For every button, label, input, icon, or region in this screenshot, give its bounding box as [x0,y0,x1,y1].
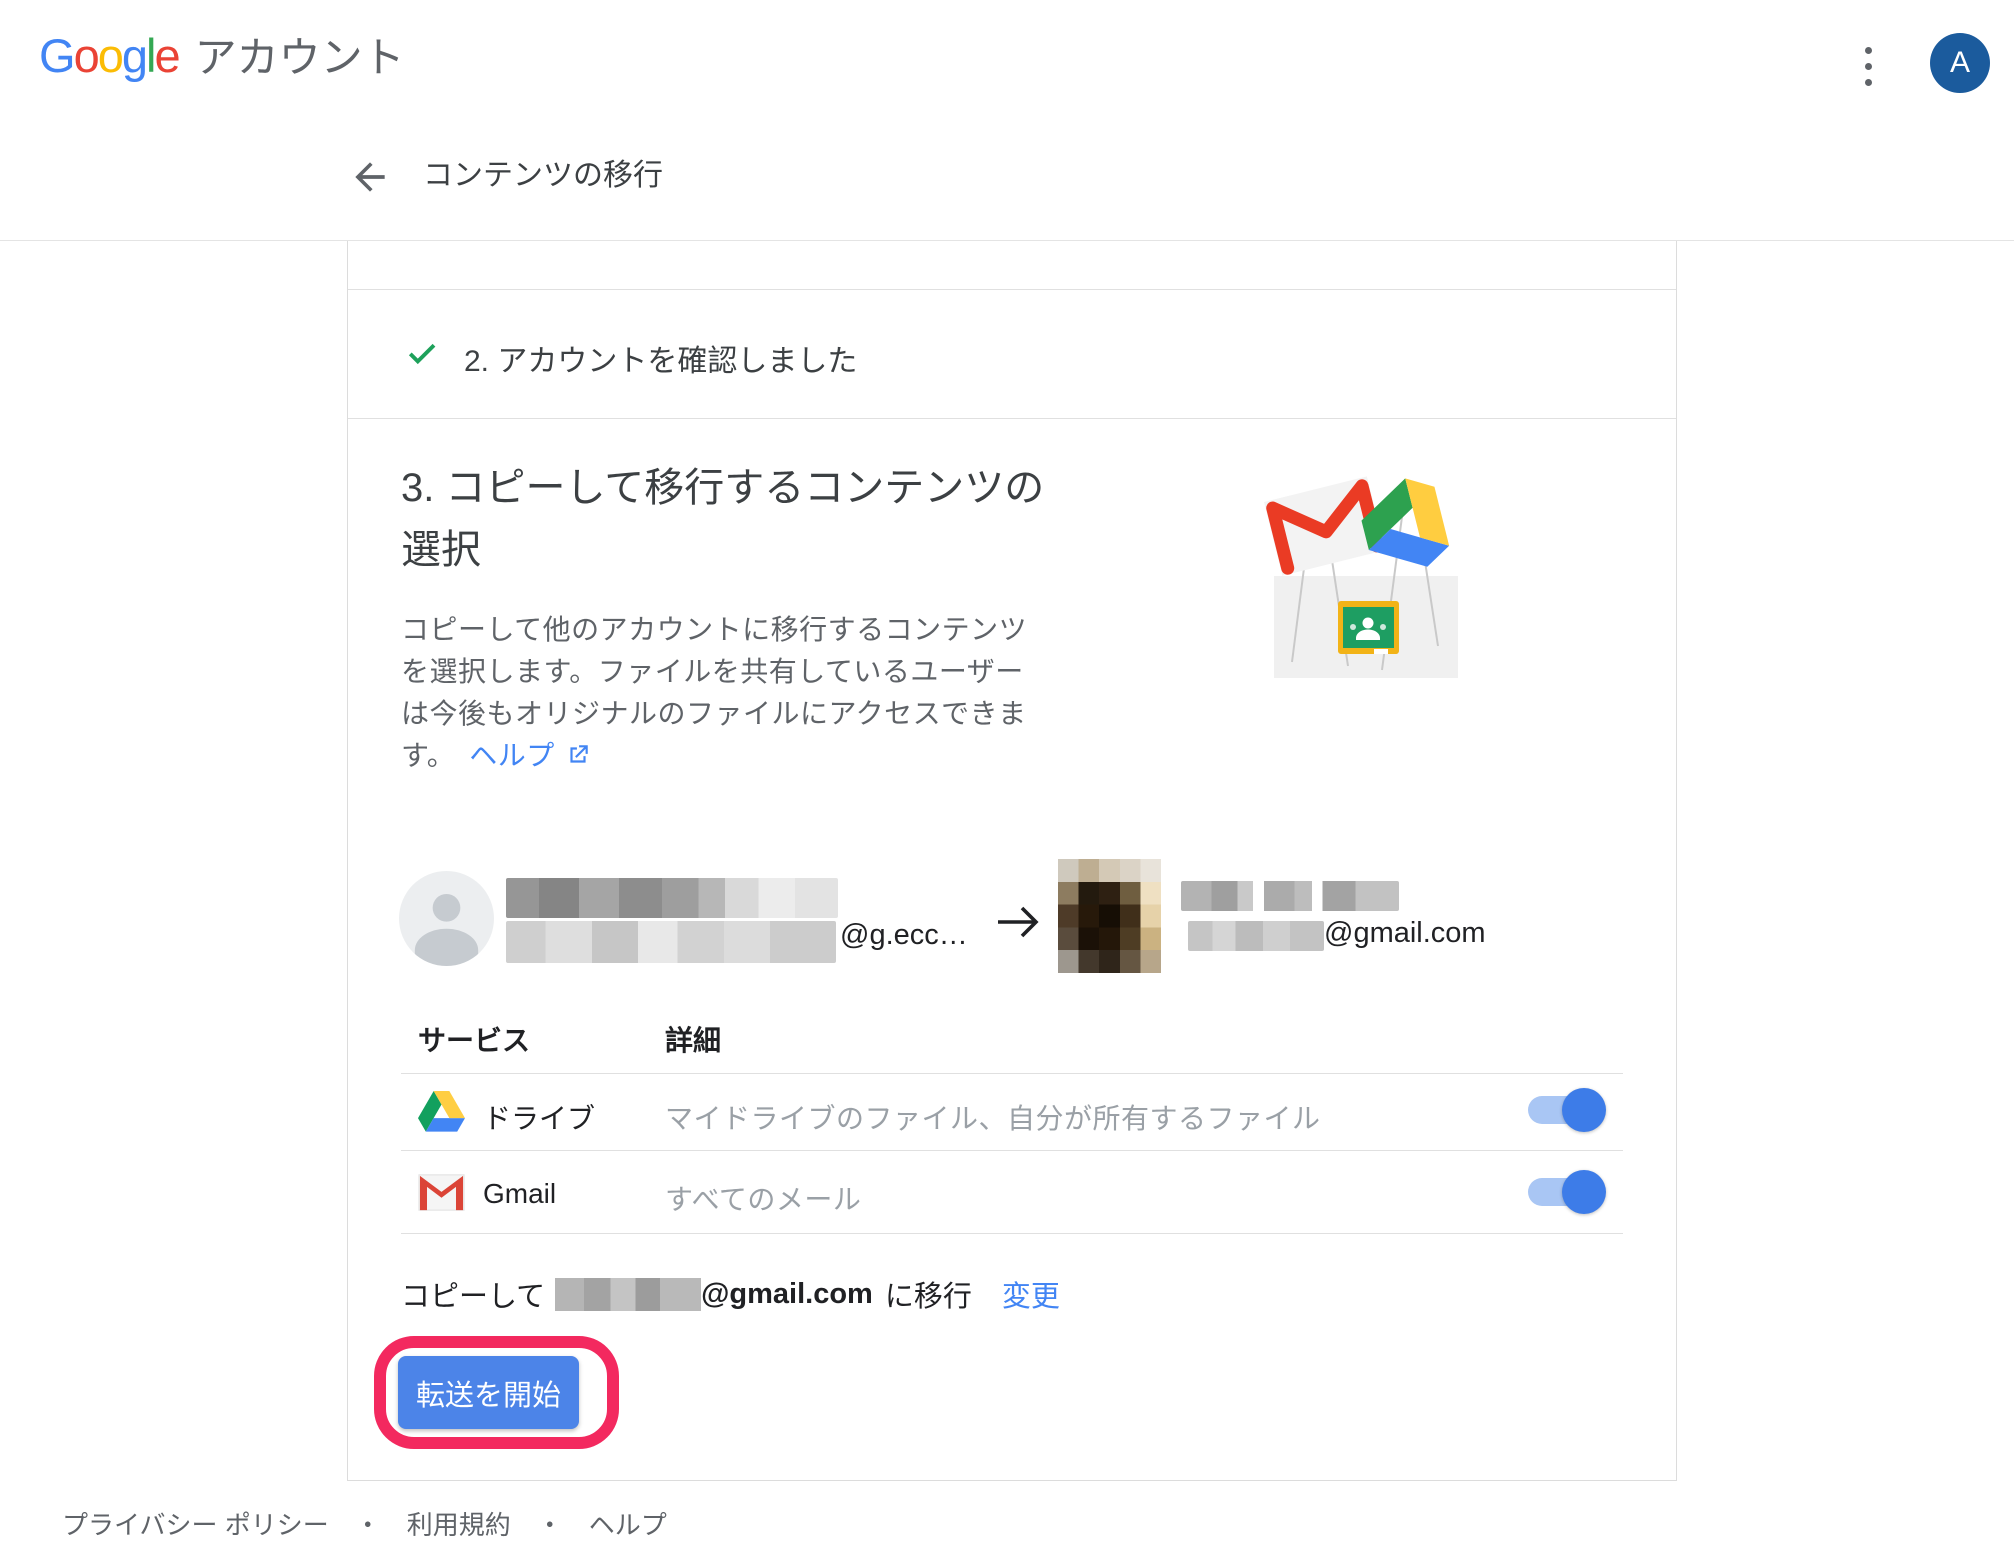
redacted-destination-email [1188,921,1324,951]
column-header-detail: 詳細 [665,1019,721,1059]
footer-separator: ・ [537,1505,563,1542]
destination-summary: コピーして @gmail.com に移行 変更 [401,1273,1060,1315]
divider [348,418,1676,419]
service-name-drive: ドライブ [483,1097,595,1137]
destination-account-photo-redacted [1058,859,1161,973]
drive-triangle-graphic [1354,470,1463,571]
drive-toggle-knob[interactable] [1562,1088,1606,1132]
footer: プライバシー ポリシー ・ 利用規約 ・ ヘルプ [62,1505,667,1542]
google-logo: Google [39,28,179,83]
redacted-source-name [506,878,838,918]
check-icon [404,335,440,371]
footer-link-terms[interactable]: 利用規約 [407,1505,511,1542]
step3-title: 3. コピーして移行するコンテンツの選択 [401,457,1081,581]
step2-label: 2. アカウントを確認しました [464,336,857,380]
account-avatar[interactable]: A [1930,33,1990,93]
redacted-destination-name [1181,881,1399,911]
divider [401,1233,1623,1234]
divider [348,289,1676,290]
product-name: アカウント [195,24,405,85]
destination-email-suffix: @gmail.com [1324,917,1486,950]
transfer-card: 2. アカウントを確認しました 3. コピーして移行するコンテンツの選択 コピー… [347,241,1677,1481]
help-link[interactable]: ヘルプ [469,740,555,771]
footer-link-help[interactable]: ヘルプ [589,1505,667,1542]
start-transfer-button[interactable]: 転送を開始 [398,1356,579,1429]
sub-header: コンテンツの移行 [0,130,2014,241]
app-header: Google アカウント A [0,0,2014,130]
source-email-suffix: @g.ecc… [840,919,968,952]
footer-link-privacy[interactable]: プライバシー ポリシー [62,1505,329,1542]
kebab-menu-icon[interactable] [1846,40,1890,92]
drive-toggle[interactable] [1528,1096,1604,1124]
step3-description: コピーして他のアカウントに移行するコンテンツ を選択します。ファイルを共有してい… [401,609,1101,777]
source-account-avatar [399,871,494,966]
arrow-right-icon [994,897,1044,947]
drive-icon [418,1088,465,1135]
google-account-logo[interactable]: Google アカウント [39,24,405,85]
column-header-service: サービス [418,1019,530,1059]
gmail-icon [418,1169,465,1216]
google-account-transfer-page: Google アカウント A コンテンツの移行 2. アカウントを確認しました … [0,0,2014,1550]
destination-suffix: に移行 [885,1273,972,1315]
transfer-illustration [1256,466,1468,684]
service-name-gmail: Gmail [483,1178,556,1210]
gmail-toggle-knob[interactable] [1562,1170,1606,1214]
footer-separator: ・ [355,1505,381,1542]
page-title: コンテンツの移行 [423,150,663,194]
external-link-icon[interactable] [565,742,591,768]
destination-email-bold: @gmail.com [701,1278,873,1311]
gmail-toggle[interactable] [1528,1178,1604,1206]
classroom-icon [1338,601,1399,654]
destination-prefix: コピーして [401,1273,545,1315]
service-detail-drive: マイドライブのファイル、自分が所有するファイル [665,1097,1321,1137]
divider [401,1073,1623,1074]
back-arrow-icon[interactable] [348,155,392,199]
divider [401,1150,1623,1151]
change-destination-link[interactable]: 変更 [1002,1273,1060,1315]
redacted-source-email [506,921,836,963]
redacted-destination-local-part [555,1278,701,1311]
service-detail-gmail: すべてのメール [665,1178,861,1218]
